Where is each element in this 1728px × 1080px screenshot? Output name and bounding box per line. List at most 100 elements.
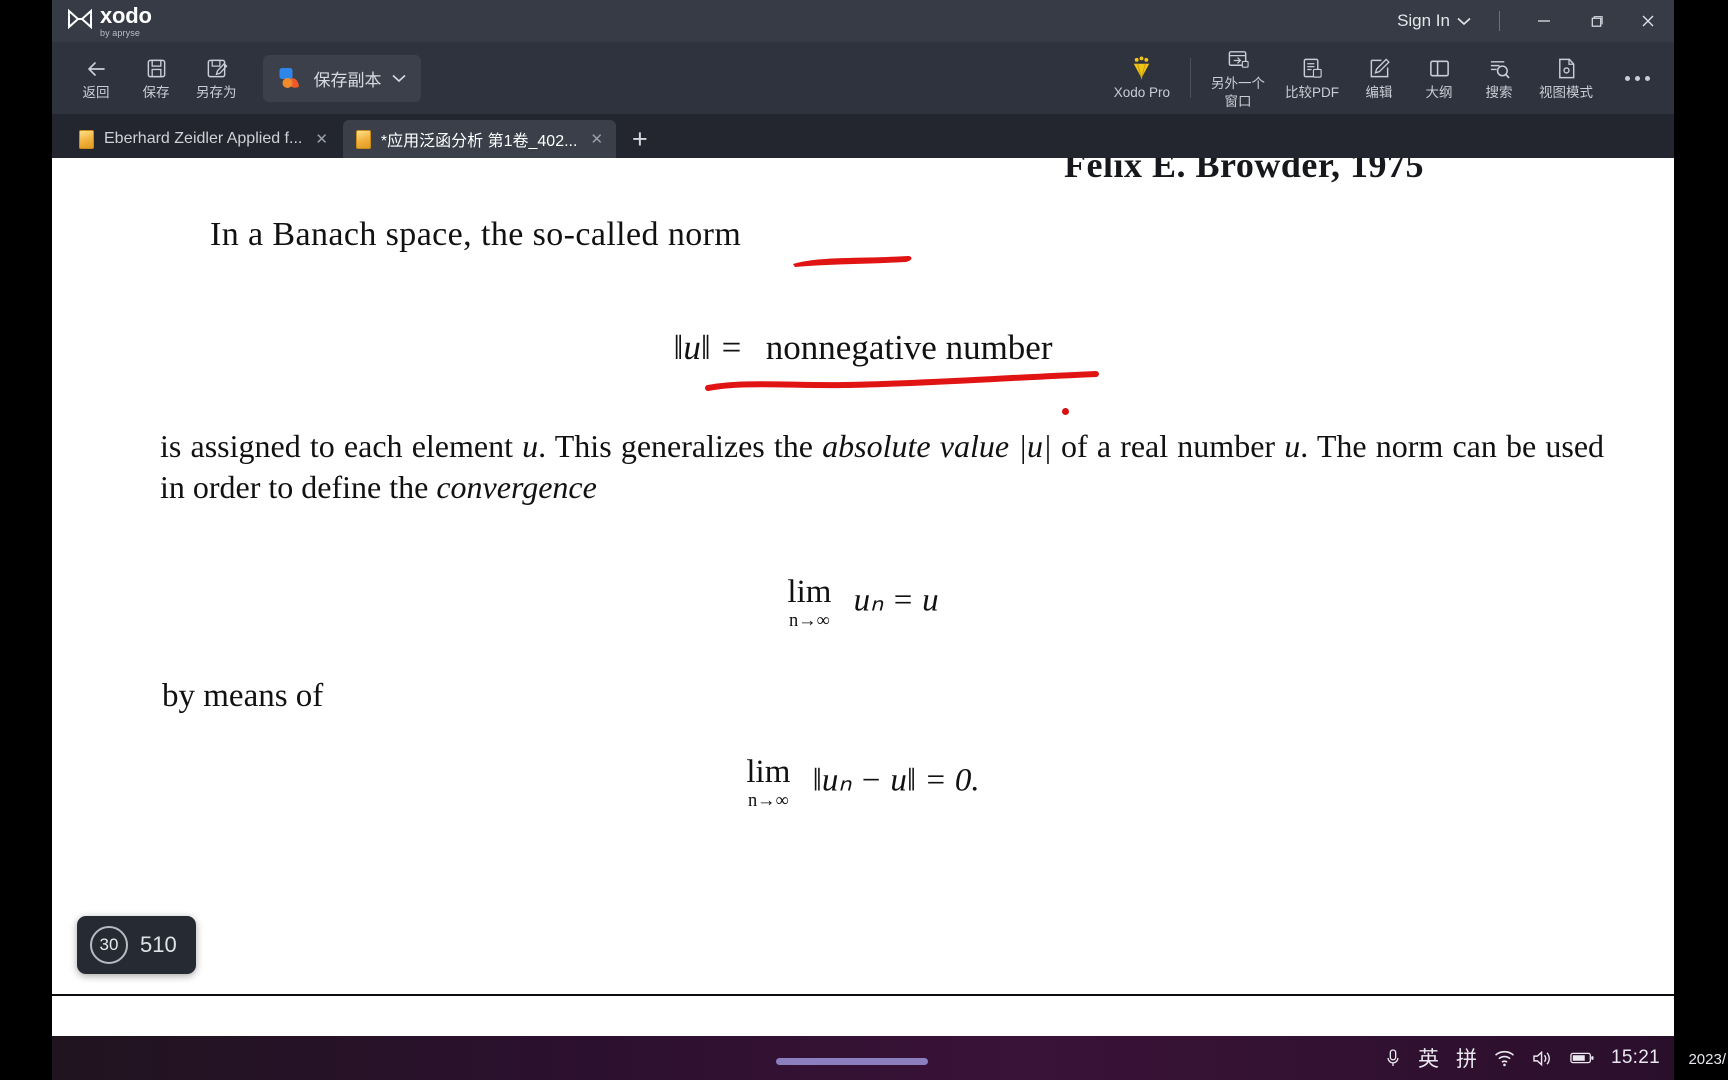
ime-language-indicator[interactable]: 英 — [1418, 1043, 1439, 1073]
edit-button[interactable]: 编辑 — [1349, 52, 1409, 104]
new-window-icon — [1227, 47, 1250, 73]
paragraph-text: is assigned to each element u. This gene… — [160, 428, 1605, 505]
close-button[interactable] — [1622, 0, 1674, 42]
equation-1-rhs: nonnegative number — [765, 328, 1053, 367]
doc-equation-1: ‖u‖ = nonnegative number — [52, 328, 1674, 368]
screen: xodo by apryse Sign In 返回 保存 另存为 保存副本 Xo… — [0, 0, 1728, 1080]
tab-title: *应用泛函分析 第1卷_402... — [380, 133, 578, 150]
save-button[interactable]: 保存 — [126, 52, 186, 104]
edit-pencil-icon — [1368, 56, 1391, 82]
page-bottom-strip — [52, 994, 1674, 1036]
tab-eberhard-zeidler[interactable]: Eberhard Zeidler Applied f... ✕ — [66, 120, 341, 158]
limit-operator: lim n→∞ — [787, 574, 832, 630]
equation-2-lim: lim — [787, 574, 832, 610]
compare-pdf-icon — [1301, 56, 1324, 82]
minimize-button[interactable] — [1518, 0, 1570, 42]
dot-2 — [1635, 75, 1640, 81]
current-page-indicator: 30 — [90, 926, 128, 964]
doc-paragraph: is assigned to each element u. This gene… — [160, 426, 1604, 508]
wifi-icon[interactable] — [1494, 1050, 1515, 1067]
equation-1-lhs: ‖u‖ = — [673, 328, 744, 367]
save-as-label: 另存为 — [196, 84, 237, 100]
search-button[interactable]: 搜索 — [1469, 52, 1529, 104]
brand-name: xodo — [100, 2, 152, 28]
doc-line-1: In a Banach space, the so-called norm — [210, 216, 742, 253]
app-logo: xodo by apryse — [67, 2, 152, 38]
taskbar-date: 2023/ — [1688, 1051, 1726, 1068]
chevron-down-icon — [1457, 17, 1471, 26]
new-tab-button[interactable]: + — [618, 120, 662, 158]
dot-1 — [1625, 75, 1630, 81]
view-mode-button[interactable]: 视图模式 — [1529, 52, 1603, 104]
system-tray: 英 拼 15:21 — [1385, 1043, 1674, 1073]
another-window-button[interactable]: 另外一个 窗口 — [1201, 43, 1275, 113]
save-label: 保存 — [142, 84, 170, 100]
pdf-file-icon — [355, 129, 371, 149]
doc-equation-2: lim n→∞ uₙ = u — [52, 574, 1674, 630]
back-button[interactable]: 返回 — [66, 52, 126, 104]
another-window-label-2: 窗口 — [1224, 94, 1252, 109]
equation-3-lim: lim — [746, 754, 791, 790]
annotation-underline-nonnegative-number — [704, 370, 1104, 396]
doc-equation-3: lim n→∞ ‖uₙ − u‖ = 0. — [52, 754, 1674, 810]
limit-operator: lim n→∞ — [746, 754, 791, 810]
tab-close-icon[interactable]: ✕ — [587, 130, 606, 148]
save-as-button[interactable]: 另存为 — [186, 52, 247, 104]
ime-mode-indicator[interactable]: 拼 — [1456, 1043, 1477, 1073]
main-toolbar: 返回 保存 另存为 保存副本 Xodo Pro 另外一个 窗口 比较PDF 编辑… — [52, 42, 1674, 114]
xodo-pro-button[interactable]: Xodo Pro — [1104, 52, 1180, 104]
speaker-icon[interactable] — [1532, 1050, 1553, 1067]
sign-in-button[interactable]: Sign In — [1387, 0, 1481, 42]
compare-pdf-button[interactable]: 比较PDF — [1275, 52, 1349, 104]
pro-crown-icon — [1129, 56, 1154, 82]
windows-taskbar: 英 拼 15:21 — [52, 1036, 1674, 1080]
outline-panel-icon — [1428, 56, 1451, 82]
arrow-left-icon — [84, 56, 108, 82]
save-copy-icon — [278, 66, 304, 90]
sign-in-label: Sign In — [1397, 11, 1450, 30]
save-as-icon — [205, 56, 228, 82]
outline-label: 大纲 — [1425, 84, 1453, 100]
pdf-file-icon — [79, 129, 94, 149]
pdf-page: Felix E. Browder, 1975 In a Banach space… — [52, 158, 1674, 1036]
equation-3-body: ‖uₙ − u‖ = 0. — [812, 762, 980, 799]
tab-applied-functional-analysis[interactable]: *应用泛函分析 第1卷_402... ✕ — [342, 120, 617, 158]
xodo-logo-icon — [67, 8, 93, 30]
doc-line-3: by means of — [162, 678, 324, 714]
compare-pdf-label: 比较PDF — [1285, 84, 1339, 100]
chevron-down-icon — [391, 74, 406, 83]
tab-close-icon[interactable]: ✕ — [312, 130, 331, 148]
page-number-badge[interactable]: 30 510 — [77, 916, 196, 974]
equation-2-subscript: n→∞ — [788, 610, 830, 630]
toolbar-divider — [1190, 58, 1191, 98]
dot-3 — [1645, 75, 1650, 81]
xodo-pro-label: Xodo Pro — [1113, 84, 1170, 100]
search-label: 搜索 — [1485, 84, 1513, 100]
outline-button[interactable]: 大纲 — [1409, 52, 1469, 104]
battery-icon[interactable] — [1570, 1051, 1594, 1065]
view-mode-label: 视图模式 — [1539, 84, 1593, 100]
tab-title: Eberhard Zeidler Applied f... — [104, 130, 303, 147]
maximize-button[interactable] — [1570, 0, 1622, 42]
annotation-ink-dot — [1062, 408, 1069, 415]
more-options-button[interactable] — [1609, 62, 1666, 95]
title-bar: xodo by apryse Sign In — [52, 0, 1674, 42]
total-pages-label: 510 — [140, 932, 177, 957]
back-label: 返回 — [82, 84, 110, 100]
tab-strip: Eberhard Zeidler Applied f... ✕ *应用泛函分析 … — [52, 114, 1674, 158]
edit-label: 编辑 — [1365, 84, 1393, 100]
save-copy-button[interactable]: 保存副本 — [262, 54, 421, 102]
microphone-icon[interactable] — [1385, 1048, 1401, 1068]
xodo-app-window: xodo by apryse Sign In 返回 保存 另存为 保存副本 Xo… — [52, 0, 1674, 1036]
annotation-underline-norm — [790, 250, 920, 274]
equation-2-body: uₙ = u — [853, 582, 939, 619]
horizontal-scrollbar-thumb[interactable] — [776, 1058, 928, 1065]
pdf-viewer[interactable]: Felix E. Browder, 1975 In a Banach space… — [52, 158, 1674, 1036]
taskbar-clock[interactable]: 15:21 — [1611, 1047, 1660, 1069]
equation-3-subscript: n→∞ — [747, 790, 789, 810]
save-copy-label: 保存副本 — [313, 70, 382, 90]
title-divider — [1499, 11, 1500, 31]
search-icon — [1488, 56, 1511, 82]
another-window-label-1: 另外一个 — [1211, 75, 1265, 91]
brand-tagline: by apryse — [100, 27, 140, 38]
